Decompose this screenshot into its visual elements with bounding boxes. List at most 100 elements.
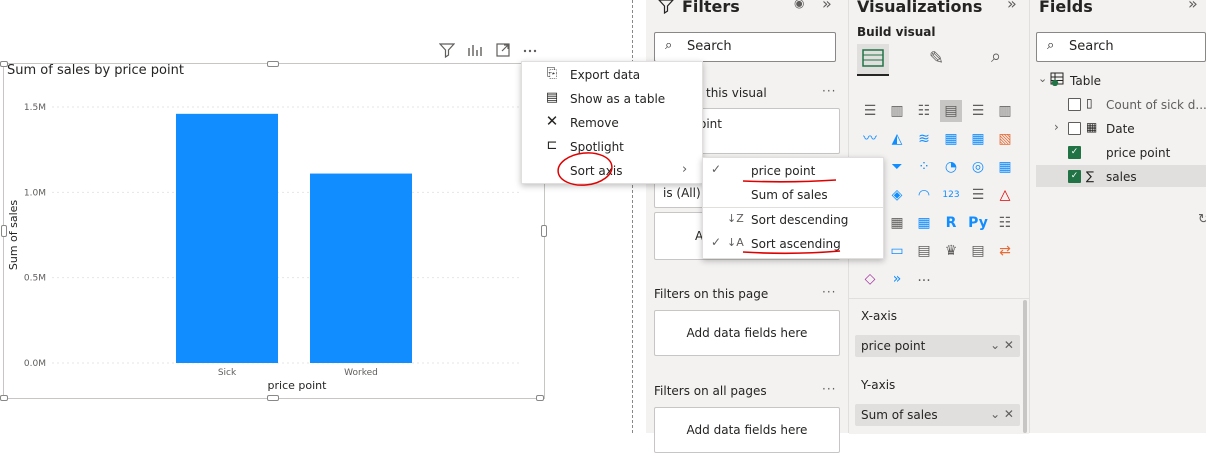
- y-axis-field-chip[interactable]: Sum of sales ⌄ ✕: [855, 404, 1020, 426]
- build-visual-tab[interactable]: [857, 44, 889, 76]
- key-influencers-icon[interactable]: ☷: [994, 212, 1016, 234]
- field-checkbox[interactable]: [1068, 122, 1081, 135]
- sort-by-price-point[interactable]: ✓ price point: [703, 159, 883, 183]
- refresh-icon[interactable]: ↻: [1198, 212, 1206, 227]
- donut-icon[interactable]: ◎: [967, 156, 989, 178]
- filters-search-input[interactable]: ⌕ Search: [654, 32, 836, 62]
- more-options-icon[interactable]: [521, 42, 539, 60]
- collapse-pane-icon[interactable]: »: [1007, 0, 1017, 13]
- drill-icon[interactable]: [466, 42, 484, 60]
- bar-chart[interactable]: 0.0M 0.5M 1.0M 1.5M Sick Worked price point Sum…: [0, 90, 545, 400]
- narrative-icon[interactable]: ▤: [913, 240, 935, 262]
- field-item[interactable]: ✓ price point: [1036, 142, 1206, 164]
- x-axis-title: price point: [268, 379, 328, 392]
- collapse-pane-icon[interactable]: »: [1188, 0, 1198, 13]
- add-fields-drop-all[interactable]: Add data fields here: [654, 407, 840, 453]
- visualizations-title: Visualizations: [857, 0, 983, 16]
- y-axis-well-label: Y-axis: [861, 378, 896, 392]
- chevron-right-icon[interactable]: ›: [1054, 120, 1059, 134]
- spotlight-icon: ⊏: [546, 138, 558, 153]
- more-visuals-icon[interactable]: ...: [913, 266, 935, 288]
- 100-stacked-column-icon[interactable]: ▥: [994, 100, 1016, 122]
- collapse-pane-icon[interactable]: »: [822, 0, 832, 13]
- smart-narrative-icon[interactable]: »: [886, 268, 908, 290]
- analytics-tab[interactable]: ⌕: [991, 46, 1001, 67]
- card-icon[interactable]: 123: [940, 184, 962, 206]
- ribbon-chart-icon[interactable]: ▧: [994, 128, 1016, 150]
- more-options-icon[interactable]: ···: [822, 285, 836, 299]
- more-options-icon[interactable]: ···: [822, 382, 836, 396]
- field-item[interactable]: › ▦ Date: [1036, 118, 1206, 140]
- focus-mode-icon[interactable]: [494, 42, 512, 60]
- bar[interactable]: [176, 113, 278, 364]
- field-item[interactable]: ✓ ∑ sales: [1036, 165, 1206, 187]
- sort-descending[interactable]: ↓Z Sort descending: [703, 208, 883, 232]
- power-apps-icon[interactable]: ◇: [859, 268, 881, 290]
- bar[interactable]: [310, 173, 412, 363]
- fields-pane: Fields » ⌕ Search ↻: [1029, 0, 1206, 433]
- chevron-down-icon[interactable]: ⌄ ✕: [990, 407, 1014, 421]
- line-clustered-column-icon[interactable]: ▦: [940, 128, 962, 150]
- table-node[interactable]: ⌄ Table: [1036, 70, 1206, 92]
- field-item[interactable]: ▯ Count of sick d...: [1036, 94, 1206, 116]
- qa-icon[interactable]: ▭: [886, 240, 908, 262]
- python-visual-icon[interactable]: Py: [967, 212, 989, 234]
- gauge-icon[interactable]: ◠: [913, 184, 935, 206]
- more-options-icon[interactable]: ···: [822, 84, 836, 98]
- treemap-icon[interactable]: ▦: [994, 156, 1016, 178]
- stacked-bar-icon[interactable]: ☰: [859, 100, 881, 122]
- format-visual-tab[interactable]: ✎: [929, 48, 944, 69]
- search-icon: ⌕: [665, 38, 673, 53]
- funnel-icon[interactable]: ⏷: [886, 156, 908, 178]
- filled-map-icon[interactable]: ◈: [886, 184, 908, 206]
- sigma-icon: ∑: [1086, 169, 1095, 183]
- table-icon: [1050, 72, 1064, 89]
- chevron-down-icon[interactable]: ⌄ ✕: [990, 338, 1014, 352]
- goals-icon[interactable]: ♛: [940, 240, 962, 262]
- search-icon: ⌕: [1047, 38, 1055, 53]
- scrollbar[interactable]: [1023, 300, 1027, 433]
- filter-icon[interactable]: [438, 42, 456, 60]
- line-chart-icon[interactable]: 〰: [859, 128, 881, 150]
- sort-ascending[interactable]: ✓ ↓A Sort ascending: [703, 232, 883, 256]
- clustered-column-icon[interactable]: ▤: [940, 100, 962, 122]
- field-checkbox-checked[interactable]: ✓: [1068, 146, 1081, 159]
- stacked-area-icon[interactable]: ≋: [913, 128, 935, 150]
- menu-item-remove[interactable]: ✕ Remove: [522, 111, 702, 135]
- resize-handle-top[interactable]: [267, 61, 279, 67]
- pie-icon[interactable]: ◔: [940, 156, 962, 178]
- menu-item-export-data[interactable]: ⎘ Export data: [522, 63, 702, 87]
- field-checkbox-checked[interactable]: ✓: [1068, 170, 1081, 183]
- r-visual-icon[interactable]: R: [940, 212, 962, 234]
- filters-on-visual-label: this visual: [706, 86, 767, 100]
- paginated-report-icon[interactable]: ▤: [967, 240, 989, 262]
- multi-row-card-icon[interactable]: ☰: [967, 184, 989, 206]
- clustered-bar-icon[interactable]: ☷: [913, 100, 935, 122]
- matrix-icon[interactable]: ▦: [913, 212, 935, 234]
- stacked-column-icon[interactable]: ▥: [886, 100, 908, 122]
- chevron-down-icon[interactable]: ⌄: [1038, 72, 1047, 85]
- field-checkbox[interactable]: [1068, 98, 1081, 111]
- 100-stacked-bar-icon[interactable]: ☰: [967, 100, 989, 122]
- line-stacked-column-icon[interactable]: ▦: [967, 128, 989, 150]
- y-axis-title: Sum of sales: [7, 200, 20, 271]
- fields-search-input[interactable]: ⌕ Search: [1036, 32, 1206, 62]
- add-fields-drop-page[interactable]: Add data fields here: [654, 310, 840, 356]
- x-axis-field-chip[interactable]: price point ⌄ ✕: [855, 335, 1020, 357]
- table-icon[interactable]: ▦: [886, 212, 908, 234]
- kpi-icon[interactable]: △: [994, 184, 1016, 206]
- area-chart-icon[interactable]: ◭: [886, 128, 908, 150]
- chevron-right-icon: ›: [682, 162, 688, 177]
- sort-by-sum-of-sales[interactable]: Sum of sales: [703, 183, 883, 207]
- filters-all-pages-label: Filters on all pages: [654, 384, 767, 398]
- sort-axis-submenu: ✓ price point Sum of sales ↓Z Sort desce…: [702, 157, 884, 259]
- sort-descending-icon: ↓Z: [727, 212, 744, 225]
- table-view-icon: ▤: [545, 90, 559, 105]
- power-automate-icon[interactable]: ⇄: [994, 240, 1016, 262]
- x-axis-well-label: X-axis: [861, 309, 897, 323]
- menu-item-sort-axis[interactable]: Sort axis ›: [522, 159, 702, 183]
- menu-item-show-as-table[interactable]: ▤ Show as a table: [522, 87, 702, 111]
- eye-icon[interactable]: ◉: [794, 0, 804, 10]
- scatter-icon[interactable]: ⁘: [913, 156, 935, 178]
- menu-item-spotlight[interactable]: ⊏ Spotlight: [522, 135, 702, 159]
